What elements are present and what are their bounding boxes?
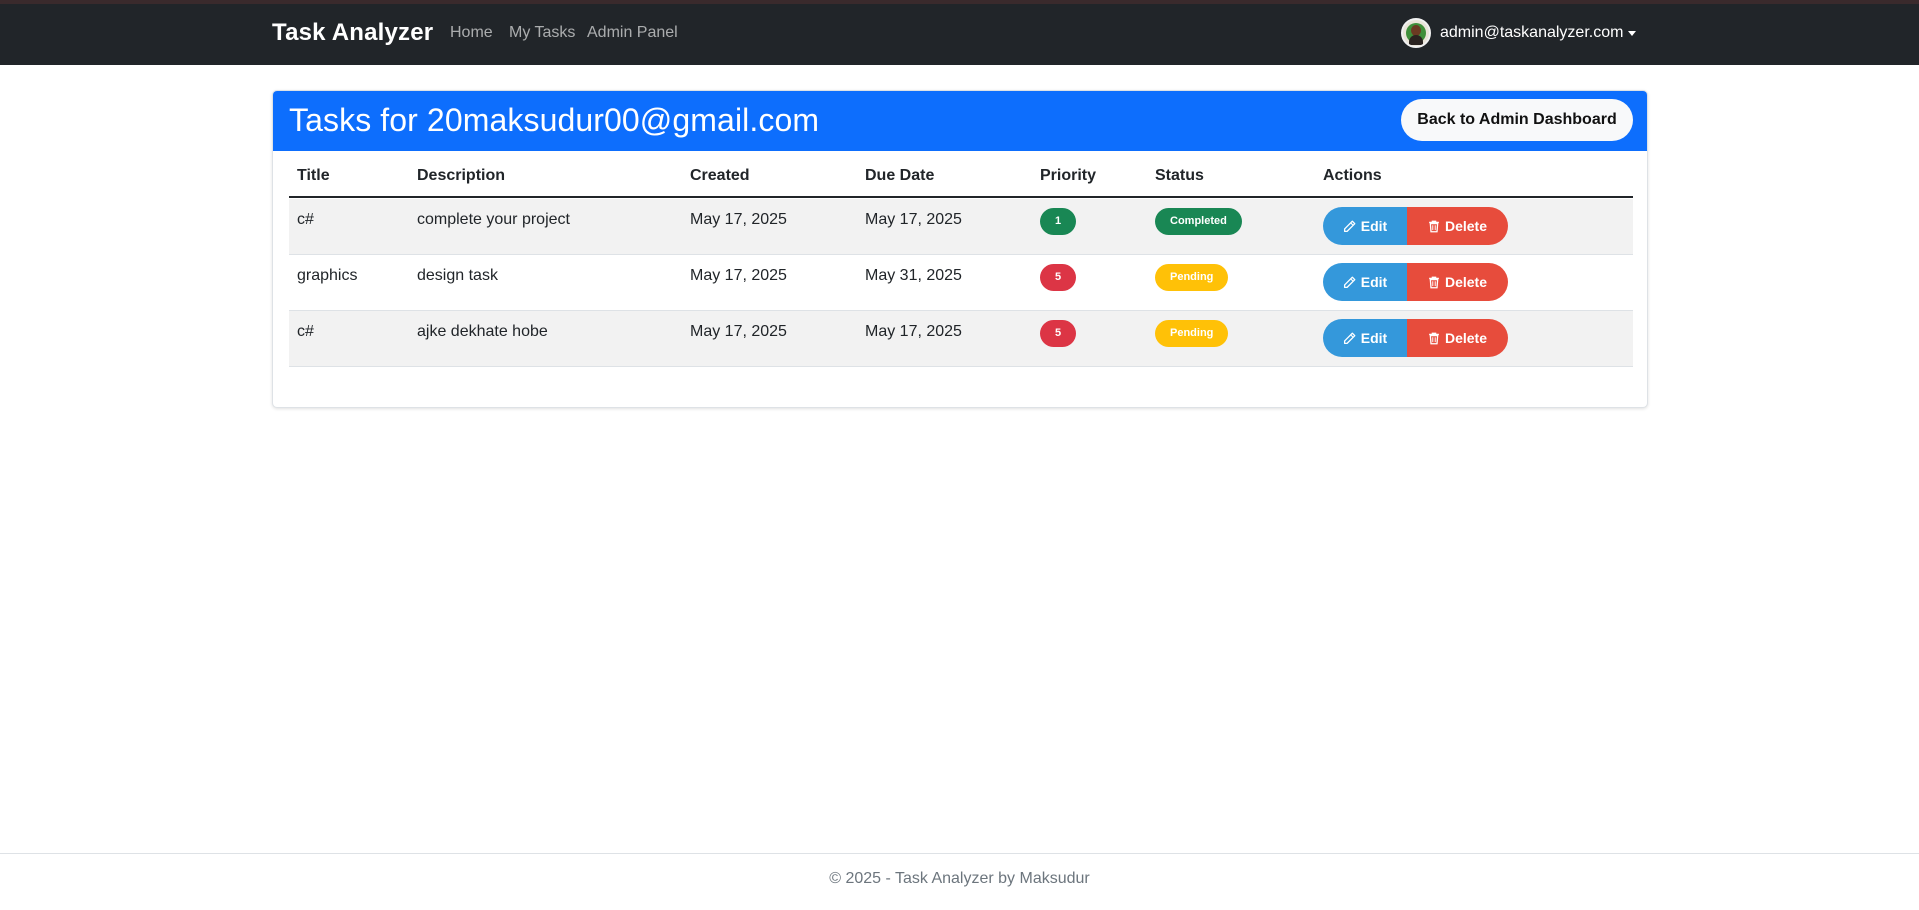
tasks-card: Tasks for 20maksudur00@gmail.com Back to…: [272, 90, 1648, 408]
table-row: c# complete your project May 17, 2025 Ma…: [289, 199, 1633, 255]
priority-badge: 5: [1040, 320, 1076, 347]
delete-button[interactable]: Delete: [1407, 263, 1508, 301]
row-actions: Edit Delete: [1323, 263, 1508, 301]
table-row: c# ajke dekhate hobe May 17, 2025 May 17…: [289, 311, 1633, 367]
task-created-date: May 17, 2025: [690, 267, 787, 284]
trash-icon: [1429, 332, 1439, 344]
edit-label: Edit: [1360, 330, 1388, 346]
column-header-actions: Actions: [1323, 167, 1382, 184]
footer-copyright: © 2025 - Task Analyzer by Maksudur: [829, 870, 1090, 887]
task-title: graphics: [297, 267, 358, 284]
trash-icon: [1429, 276, 1439, 288]
column-header-status: Status: [1155, 167, 1204, 184]
pencil-icon: [1343, 220, 1356, 232]
edit-label: Edit: [1360, 274, 1388, 290]
column-header-due-date: Due Date: [865, 167, 935, 184]
task-title: c#: [297, 323, 314, 340]
delete-button[interactable]: Delete: [1407, 319, 1508, 357]
task-title: c#: [297, 211, 314, 228]
user-email: admin@taskanalyzer.com: [1440, 24, 1624, 41]
card-header: Tasks for 20maksudur00@gmail.com Back to…: [273, 91, 1647, 151]
status-badge: Pending: [1155, 264, 1229, 291]
trash-icon: [1429, 220, 1439, 232]
row-actions: Edit Delete: [1323, 207, 1508, 245]
status-badge: Completed: [1155, 208, 1242, 235]
brand-logo[interactable]: Task Analyzer: [272, 19, 433, 47]
column-header-description: Description: [417, 167, 506, 184]
task-created-date: May 17, 2025: [690, 323, 787, 340]
page-title: Tasks for 20maksudur00@gmail.com: [289, 102, 820, 138]
task-description: ajke dekhate hobe: [417, 323, 548, 340]
nav-link-my-tasks[interactable]: My Tasks: [509, 24, 575, 42]
edit-button[interactable]: Edit: [1323, 207, 1407, 245]
edit-label: Edit: [1360, 218, 1388, 234]
column-header-created: Created: [690, 167, 750, 184]
pencil-icon: [1343, 332, 1356, 344]
edit-button[interactable]: Edit: [1323, 263, 1407, 301]
task-due-date: May 17, 2025: [865, 211, 962, 228]
priority-badge: 1: [1040, 208, 1076, 235]
delete-label: Delete: [1444, 218, 1488, 234]
task-created-date: May 17, 2025: [690, 211, 787, 228]
table-header: Title Description Created Due Date Prior…: [289, 151, 1633, 198]
priority-badge: 5: [1040, 264, 1076, 291]
pencil-icon: [1343, 276, 1356, 288]
nav-link-admin-panel[interactable]: Admin Panel: [587, 24, 678, 42]
status-badge: Pending: [1155, 320, 1229, 347]
row-actions: Edit Delete: [1323, 319, 1508, 357]
table-row: graphics design task May 17, 2025 May 31…: [289, 255, 1633, 311]
user-dropdown[interactable]: admin@taskanalyzer.com: [1401, 18, 1637, 48]
edit-button[interactable]: Edit: [1323, 319, 1407, 357]
task-description: design task: [417, 267, 498, 284]
column-header-priority: Priority: [1040, 167, 1097, 184]
task-due-date: May 17, 2025: [865, 323, 962, 340]
task-due-date: May 31, 2025: [865, 267, 962, 284]
navbar: Task Analyzer Home My Tasks Admin Panel …: [0, 4, 1919, 65]
task-description: complete your project: [417, 211, 570, 228]
avatar: [1401, 18, 1431, 48]
delete-button[interactable]: Delete: [1407, 207, 1508, 245]
chevron-down-icon: [1628, 30, 1637, 36]
back-to-admin-dashboard-button[interactable]: Back to Admin Dashboard: [1401, 99, 1633, 141]
delete-label: Delete: [1444, 330, 1488, 346]
column-header-title: Title: [297, 167, 330, 184]
delete-label: Delete: [1444, 274, 1488, 290]
nav-link-home[interactable]: Home: [450, 24, 493, 42]
footer: © 2025 - Task Analyzer by Maksudur: [0, 853, 1919, 910]
